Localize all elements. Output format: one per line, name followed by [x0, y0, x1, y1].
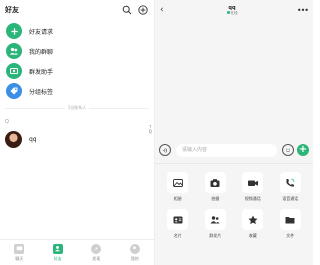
video-call-icon	[242, 172, 264, 193]
action-album[interactable]: 相册	[159, 172, 197, 202]
chat-icon	[14, 243, 25, 254]
tab-label: 我的	[130, 255, 139, 261]
bottom-tab-bar: 聊天 好友 发现 我的	[0, 239, 154, 265]
more-icon[interactable]: •••	[294, 6, 309, 15]
action-label: 收藏	[248, 233, 257, 238]
plus-icon[interactable]: +	[297, 144, 309, 156]
business-card-icon	[167, 209, 189, 230]
tab-contacts[interactable]: 好友	[39, 240, 78, 265]
more-actions-panel: 相册 拍摄 视频通话 语音通话 名片 群发片 收藏 文件	[155, 163, 313, 265]
search-icon[interactable]	[121, 4, 133, 16]
group-card-icon	[204, 209, 226, 230]
favorite-icon	[242, 209, 264, 230]
avatar	[5, 130, 22, 148]
action-label: 文件	[286, 233, 295, 238]
online-status: 在线	[170, 11, 294, 16]
page-title: 好友	[5, 6, 19, 14]
message-input[interactable]	[176, 143, 277, 157]
group-chat-icon	[6, 43, 22, 59]
tab-label: 聊天	[15, 255, 24, 261]
tab-me[interactable]: 我的	[116, 240, 155, 265]
menu-label: 分组标签	[29, 88, 54, 96]
tab-label: 好友	[53, 255, 62, 261]
file-icon	[279, 209, 301, 230]
index-letter[interactable]: Q	[149, 129, 152, 134]
contact-count: 1位联系人	[67, 105, 87, 110]
chat-panel: ‹ qq 在线 ••• + 相册	[155, 0, 313, 265]
action-label: 语音通话	[282, 196, 299, 201]
action-voice-call[interactable]: 语音通话	[272, 172, 310, 202]
emoji-icon[interactable]	[282, 144, 294, 156]
tab-label: 发现	[92, 255, 101, 261]
menu-item-my-groups[interactable]: 我的群聊	[0, 41, 154, 61]
friend-list-item[interactable]: qq	[0, 127, 154, 151]
chat-title: qq 在线	[170, 5, 294, 16]
contacts-panel: 好友 好友请求 我的群聊 群发助手 分组标签 1位联系人 Q ↑ Q qq 聊天…	[0, 0, 155, 265]
discover-icon	[91, 243, 102, 254]
menu-item-friend-requests[interactable]: 好友请求	[0, 21, 154, 41]
album-icon	[167, 172, 189, 193]
back-icon[interactable]: ‹	[160, 5, 170, 15]
action-camera[interactable]: 拍摄	[197, 172, 235, 202]
action-label: 相册	[173, 196, 182, 201]
app-root: 好友 好友请求 我的群聊 群发助手 分组标签 1位联系人 Q ↑ Q qq 聊天…	[0, 0, 313, 265]
divider-line	[5, 107, 65, 109]
status-text: 在线	[230, 10, 238, 15]
action-label: 群发片	[209, 233, 222, 238]
menu-item-broadcast[interactable]: 群发助手	[0, 61, 154, 81]
profile-icon	[129, 243, 140, 254]
friend-name: qq	[29, 135, 37, 143]
menu-item-tags[interactable]: 分组标签	[0, 81, 154, 101]
menu-label: 我的群聊	[29, 48, 54, 56]
action-group-card[interactable]: 群发片	[197, 209, 235, 239]
menu-label: 群发助手	[29, 68, 54, 76]
action-business-card[interactable]: 名片	[159, 209, 197, 239]
add-friend-icon	[6, 23, 22, 39]
menu-label: 好友请求	[29, 28, 54, 36]
action-label: 拍摄	[211, 196, 220, 201]
action-favorites[interactable]: 收藏	[234, 209, 272, 239]
action-file[interactable]: 文件	[272, 209, 310, 239]
action-label: 名片	[173, 233, 182, 238]
action-video-call[interactable]: 视频通话	[234, 172, 272, 202]
divider-line	[89, 107, 150, 109]
contact-count-divider: 1位联系人	[0, 102, 154, 114]
online-dot-icon	[226, 11, 230, 14]
camera-icon	[204, 172, 226, 193]
action-label: 视频通话	[244, 196, 261, 201]
contacts-header: 好友	[0, 0, 154, 20]
chat-header: ‹ qq 在线 •••	[155, 0, 313, 20]
contacts-icon	[52, 243, 63, 254]
alphabet-index[interactable]: ↑ Q	[149, 124, 152, 134]
voice-icon[interactable]	[159, 144, 171, 156]
chat-input-bar: +	[155, 141, 313, 159]
broadcast-icon	[6, 63, 22, 79]
add-circle-icon[interactable]	[137, 4, 149, 16]
tab-discover[interactable]: 发现	[77, 240, 116, 265]
tab-chat[interactable]: 聊天	[0, 240, 39, 265]
tag-icon	[6, 83, 22, 99]
voice-call-icon	[279, 172, 301, 193]
section-header: Q	[5, 119, 9, 125]
actions-grid: 相册 拍摄 视频通话 语音通话 名片 群发片 收藏 文件	[155, 164, 313, 239]
